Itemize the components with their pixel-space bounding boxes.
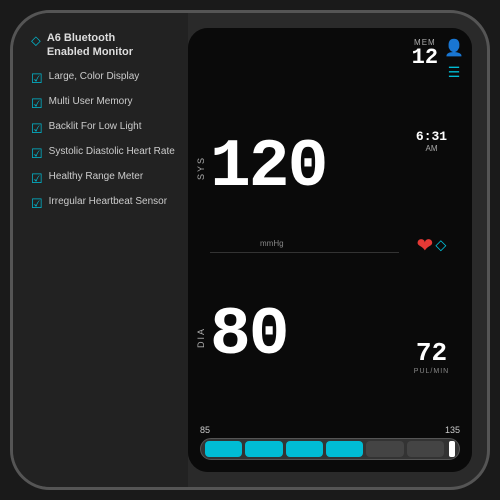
- feature-readings: ☑ Systolic Diastolic Heart Rate: [31, 145, 176, 162]
- check-icon-1: ☑: [31, 71, 43, 87]
- bluetooth-icon: ⬦: [31, 32, 41, 49]
- am-label: AM: [416, 144, 447, 153]
- meter-seg-1: [205, 441, 242, 457]
- meter-indicator: [449, 441, 455, 457]
- feature-text-1: Large, Color Display: [49, 70, 140, 84]
- label-column: SYS DIA: [196, 85, 210, 419]
- feature-healthy: ☑ Healthy Range Meter: [31, 170, 176, 187]
- systolic-value: 120: [210, 134, 326, 202]
- readings-area: SYS DIA 120 mmHg 80 6:31: [196, 85, 464, 419]
- dia-label: DIA: [196, 327, 206, 348]
- systolic-section: 120 mmHg: [210, 85, 399, 253]
- lcd-screen: MEM 12 👤 ☰ SYS DIA 120: [188, 28, 472, 472]
- meter-label-low: 85: [200, 425, 210, 435]
- numbers-column: 120 mmHg 80: [210, 85, 399, 419]
- meter-seg-4: [326, 441, 363, 457]
- heart-section: ❤ ⬦: [417, 233, 447, 258]
- heart-icon: ❤: [417, 233, 434, 258]
- memory-box: MEM 12: [412, 38, 438, 69]
- check-icon-6: ☑: [31, 196, 43, 212]
- brand-row: ⬦ A6 Bluetooth Enabled Monitor: [31, 31, 176, 60]
- meter-bar: [200, 438, 460, 460]
- time-box: 6:31 AM: [416, 129, 447, 153]
- brand-title: A6 Bluetooth Enabled Monitor: [47, 31, 133, 60]
- meter-label-high: 135: [445, 425, 460, 435]
- top-indicators: MEM 12 👤 ☰: [196, 38, 464, 81]
- mem-value: 12: [412, 47, 438, 69]
- check-icon-5: ☑: [31, 171, 43, 187]
- feature-text-6: Irregular Heartbeat Sensor: [49, 195, 167, 209]
- display-panel: MEM 12 👤 ☰ SYS DIA 120: [188, 28, 472, 472]
- diastolic-section: 80: [210, 253, 399, 420]
- pul-label: PUL/MIN: [414, 368, 449, 375]
- check-icon-3: ☑: [31, 121, 43, 137]
- feature-text-5: Healthy Range Meter: [49, 170, 144, 184]
- feature-backlit: ☑ Backlit For Low Light: [31, 120, 176, 137]
- range-meter: 85 135: [196, 419, 464, 464]
- bluetooth-display-icon: ⬦: [435, 237, 446, 255]
- meter-seg-5: [366, 441, 403, 457]
- meter-seg-3: [286, 441, 323, 457]
- feature-text-4: Systolic Diastolic Heart Rate: [49, 145, 175, 159]
- mmhg-label: mmHg: [260, 239, 284, 248]
- pulse-box: 72 PUL/MIN: [414, 338, 449, 375]
- diastolic-value: 80: [210, 302, 288, 370]
- meter-labels: 85 135: [200, 425, 460, 435]
- feature-multi-user: ☑ Multi User Memory: [31, 95, 176, 112]
- feature-text-2: Multi User Memory: [49, 95, 133, 109]
- time-display: 6:31: [416, 129, 447, 144]
- icon-column: 👤 ☰: [444, 38, 464, 81]
- feature-panel: ⬦ A6 Bluetooth Enabled Monitor ☑ Large, …: [13, 13, 188, 487]
- check-icon-2: ☑: [31, 96, 43, 112]
- meter-seg-6: [407, 441, 444, 457]
- meter-seg-2: [245, 441, 282, 457]
- right-readings: 6:31 AM ❤ ⬦ 72 PUL/MIN: [399, 85, 464, 419]
- pulse-value: 72: [414, 338, 449, 368]
- feature-text-3: Backlit For Low Light: [49, 120, 142, 134]
- feature-large-display: ☑ Large, Color Display: [31, 70, 176, 87]
- list-icon: ☰: [448, 64, 461, 81]
- sys-label: SYS: [196, 156, 206, 180]
- feature-heartbeat: ☑ Irregular Heartbeat Sensor: [31, 195, 176, 212]
- person-icon: 👤: [444, 38, 464, 58]
- check-icon-4: ☑: [31, 146, 43, 162]
- blood-pressure-monitor: ⬦ A6 Bluetooth Enabled Monitor ☑ Large, …: [10, 10, 490, 490]
